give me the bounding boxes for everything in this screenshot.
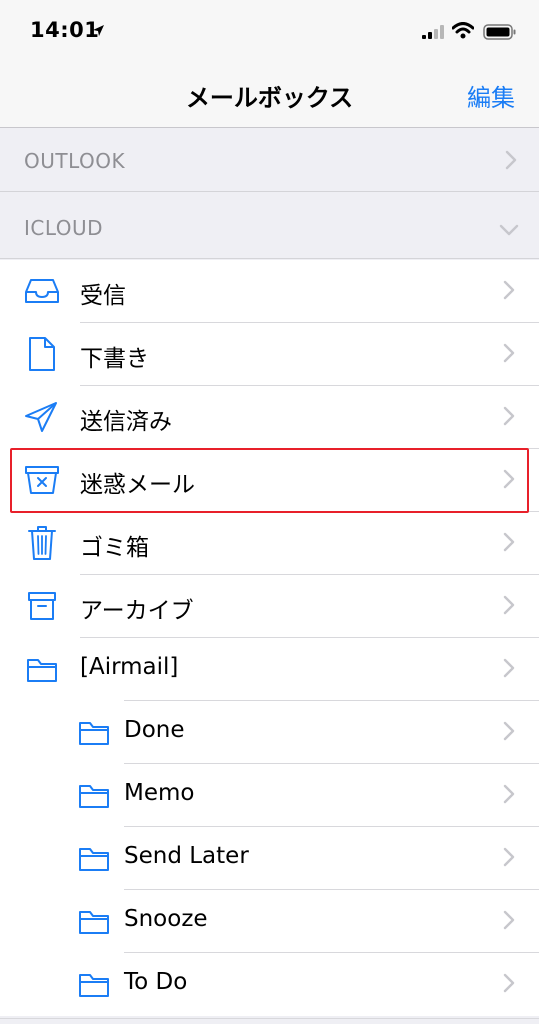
page-title: メールボックス [185,84,354,112]
status-time: 14:01 [30,18,100,42]
mailbox-row-trash[interactable]: ゴミ箱 [0,512,539,575]
mailbox-row-drafts[interactable]: 下書き [0,323,539,386]
folder-icon [78,909,110,939]
chevron-down-icon [499,221,519,240]
chevron-right-icon [503,973,515,997]
mailbox-row-memo[interactable]: Memo [0,764,539,827]
account-label-icloud: ICLOUD [24,216,104,240]
mailbox-row-inbox[interactable]: 受信 [0,260,539,323]
chevron-right-icon [503,343,515,367]
battery-icon [483,24,517,44]
archive-box-icon [27,591,57,625]
inbox-tray-icon [24,278,60,308]
folder-icon [78,972,110,1002]
chevron-right-icon [503,532,515,556]
chevron-right-icon [503,658,515,682]
chevron-right-icon [503,910,515,934]
mailbox-label: Done [124,717,185,743]
chevron-right-icon [503,595,515,619]
mailbox-row-to-do[interactable]: To Do [0,953,539,1016]
status-bar: 14:01 [0,0,539,62]
mailbox-row-send-later[interactable]: Send Later [0,827,539,890]
chevron-right-icon [503,784,515,808]
folder-icon [26,657,58,687]
folder-icon [78,720,110,750]
document-icon [28,336,56,376]
chevron-right-icon [503,280,515,304]
paper-plane-icon [24,401,58,437]
highlight-box [10,448,529,513]
navigation-bar: メールボックス 編集 [0,62,539,128]
list-footer [0,1018,539,1024]
edit-button[interactable]: 編集 [467,78,515,113]
mailbox-label: ゴミ箱 [80,535,149,561]
mailbox-label: Send Later [124,843,249,869]
chevron-right-icon [505,150,517,174]
mailbox-row-archive[interactable]: アーカイブ [0,575,539,638]
wifi-icon [451,22,475,43]
trash-can-icon [28,525,56,565]
cellular-signal-icon [422,24,446,43]
mailbox-label: 下書き [80,346,149,372]
mailbox-label: 受信 [80,283,126,309]
mailbox-label: アーカイブ [80,598,194,624]
chevron-right-icon [503,721,515,745]
mailbox-label: Memo [124,780,195,806]
mailbox-label: 送信済み [80,409,172,435]
account-label-outlook: OUTLOOK [24,149,126,173]
folder-icon [78,846,110,876]
account-header-icloud[interactable]: ICLOUD [0,197,539,259]
mailbox-row-sent[interactable]: 送信済み [0,386,539,449]
mailbox-label: To Do [124,969,188,995]
mailbox-row-done[interactable]: Done [0,701,539,764]
location-arrow-icon [92,22,105,41]
mailbox-label: [Airmail] [80,654,179,680]
mailbox-row-airmail[interactable]: [Airmail] [0,638,539,701]
chevron-right-icon [503,406,515,430]
folder-icon [78,783,110,813]
mailbox-row-snooze[interactable]: Snooze [0,890,539,953]
chevron-right-icon [503,847,515,871]
account-header-outlook[interactable]: OUTLOOK [0,130,539,192]
mailbox-label: Snooze [124,906,208,932]
